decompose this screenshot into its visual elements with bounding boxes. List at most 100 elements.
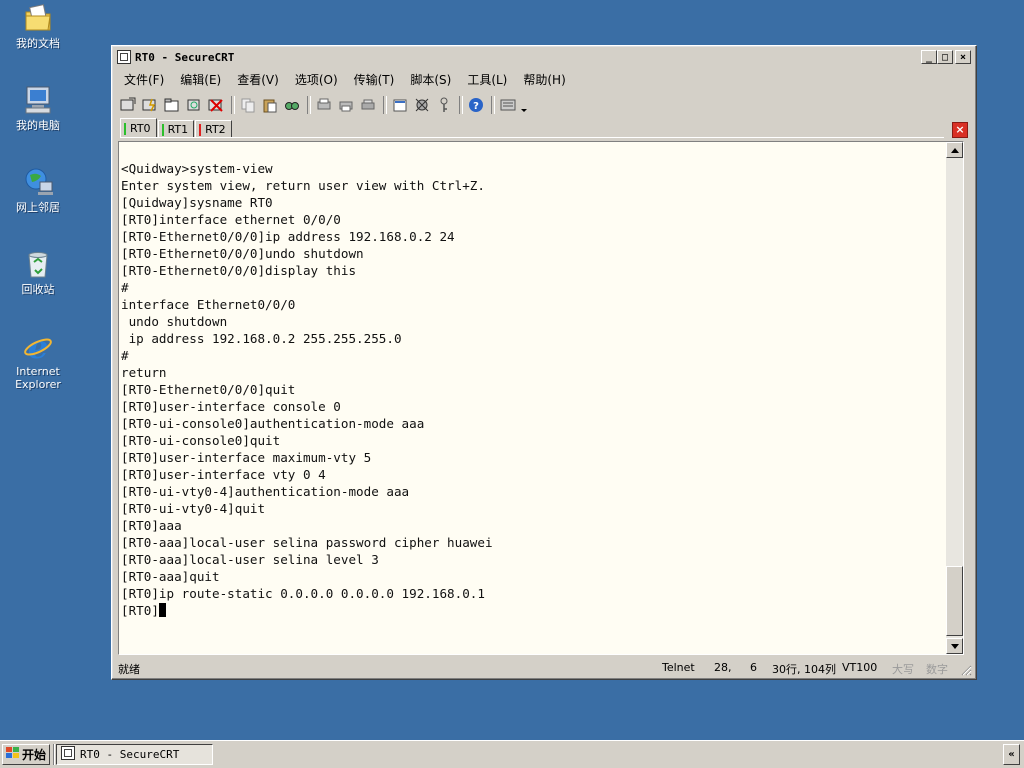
- connect-in-tab-icon[interactable]: [162, 95, 182, 115]
- menu-script[interactable]: 脚本(S): [402, 70, 459, 90]
- terminal-line: <Quidway>system-view: [121, 161, 273, 176]
- terminal-line: [RT0]user-interface vty 0 4: [121, 467, 326, 482]
- menu-help[interactable]: 帮助(H): [515, 70, 573, 90]
- terminal-output: <Quidway>system-view Enter system view, r…: [121, 160, 943, 619]
- my-computer-icon: [22, 84, 54, 116]
- session-tabs: RT0 RT1 RT2: [120, 118, 233, 138]
- desktop-icon-recycle-bin[interactable]: 回收站: [6, 248, 70, 296]
- help-icon[interactable]: ?: [466, 95, 486, 115]
- global-options-icon[interactable]: [412, 95, 432, 115]
- status-col: 6: [750, 661, 757, 674]
- print-icon[interactable]: [314, 95, 334, 115]
- terminal-line: ip address 192.168.0.2 255.255.255.0: [121, 331, 402, 346]
- tab-rt1[interactable]: RT1: [157, 120, 195, 138]
- terminal-line: [RT0-ui-console0]quit: [121, 433, 281, 448]
- desktop-icon-my-documents[interactable]: 我的文档: [6, 2, 70, 50]
- securecrt-taskbar-icon: [61, 746, 75, 763]
- terminal-line: undo shutdown: [121, 314, 228, 329]
- terminal-view[interactable]: <Quidway>system-view Enter system view, r…: [118, 141, 964, 655]
- menu-file[interactable]: 文件(F): [116, 70, 172, 90]
- desktop-icon-label: 我的文档: [16, 37, 60, 50]
- toolbar-overflow-icon[interactable]: [520, 95, 528, 115]
- keymap-icon[interactable]: [498, 95, 518, 115]
- disconnect-icon[interactable]: [206, 95, 226, 115]
- menu-options[interactable]: 选项(O): [287, 70, 346, 90]
- terminal-prompt: [RT0]: [121, 603, 159, 618]
- windows-logo-icon: [6, 747, 20, 762]
- status-caps: 大写: [892, 663, 914, 676]
- terminal-line: Enter system view, return user view with…: [121, 178, 485, 193]
- terminal-line: [Quidway]sysname RT0: [121, 195, 273, 210]
- taskbar-separator: [53, 744, 55, 765]
- status-num: 数字: [926, 663, 948, 676]
- menu-transfer[interactable]: 传输(T): [346, 70, 403, 90]
- quick-connect-icon[interactable]: [140, 95, 160, 115]
- close-button[interactable]: ×: [955, 50, 971, 64]
- tray-expand-button[interactable]: «: [1003, 744, 1020, 765]
- vertical-scrollbar[interactable]: [946, 142, 963, 654]
- desktop-icon-label: Internet Explorer: [15, 365, 61, 391]
- toolbar-separator: [383, 96, 387, 114]
- resize-grip-icon[interactable]: [960, 664, 972, 676]
- copy-icon[interactable]: [238, 95, 258, 115]
- scroll-up-icon[interactable]: [946, 142, 963, 158]
- status-protocol: Telnet: [662, 661, 695, 674]
- status-row: 28,: [714, 661, 732, 674]
- window-title: RT0 - SecureCRT: [135, 51, 235, 64]
- my-documents-icon: [22, 2, 54, 34]
- securecrt-app-icon: [117, 50, 131, 64]
- terminal-line: [RT0]interface ethernet 0/0/0: [121, 212, 341, 227]
- key-icon[interactable]: [434, 95, 454, 115]
- tab-label: RT0: [130, 122, 151, 135]
- terminal-line: [RT0]user-interface console 0: [121, 399, 341, 414]
- terminal-line: [RT0]user-interface maximum-vty 5: [121, 450, 372, 465]
- tab-label: RT2: [205, 123, 226, 136]
- printer-icon[interactable]: [358, 95, 378, 115]
- terminal-line: [RT0-ui-console0]authentication-mode aaa: [121, 416, 425, 431]
- terminal-line: [RT0-aaa]local-user selina level 3: [121, 552, 379, 567]
- status-bar: 就绪 Telnet 28, 6 30行, 104列 VT100 大写 数字: [116, 658, 972, 676]
- minimize-button[interactable]: _: [921, 50, 937, 64]
- title-bar[interactable]: RT0 - SecureCRT _ □ ×: [115, 49, 973, 67]
- status-ready: 就绪: [118, 663, 140, 676]
- desktop-icon-network[interactable]: 网上邻居: [6, 166, 70, 214]
- print-selection-icon[interactable]: [336, 95, 356, 115]
- menu-bar: 文件(F) 编辑(E) 查看(V) 选项(O) 传输(T) 脚本(S) 工具(L…: [116, 70, 972, 90]
- svg-text:?: ?: [473, 101, 479, 112]
- network-icon: [22, 166, 54, 198]
- session-options-icon[interactable]: [390, 95, 410, 115]
- desktop-icon-my-computer[interactable]: 我的电脑: [6, 84, 70, 132]
- desktop-icon-internet-explorer[interactable]: e Internet Explorer: [6, 328, 70, 391]
- toolbar: ?: [118, 93, 972, 117]
- status-emulation: VT100: [842, 661, 878, 674]
- close-tab-icon[interactable]: ×: [952, 122, 968, 138]
- internet-explorer-icon: e: [22, 328, 54, 366]
- terminal-line: [RT0-ui-vty0-4]authentication-mode aaa: [121, 484, 410, 499]
- taskbar-item-securecrt[interactable]: RT0 - SecureCRT: [56, 744, 213, 765]
- maximize-button[interactable]: □: [937, 50, 953, 64]
- tab-rt0[interactable]: RT0: [120, 118, 157, 138]
- terminal-line: #: [121, 348, 129, 363]
- find-icon[interactable]: [282, 95, 302, 115]
- start-button[interactable]: 开始: [2, 744, 50, 765]
- terminal-prompt-line: [RT0]: [121, 602, 943, 619]
- terminal-line: [RT0-Ethernet0/0/0]quit: [121, 382, 296, 397]
- reconnect-icon[interactable]: [184, 95, 204, 115]
- menu-edit[interactable]: 编辑(E): [172, 70, 229, 90]
- terminal-line: [RT0-Ethernet0/0/0]ip address 192.168.0.…: [121, 229, 455, 244]
- desktop-icon-label: 我的电脑: [16, 119, 60, 132]
- tab-rt2[interactable]: RT2: [195, 120, 232, 138]
- scrollbar-thumb[interactable]: [946, 566, 963, 636]
- terminal-line: [RT0-aaa]local-user selina password ciph…: [121, 535, 493, 550]
- tab-status-indicator: [124, 122, 126, 135]
- terminal-line: interface Ethernet0/0/0: [121, 297, 296, 312]
- connect-icon[interactable]: [118, 95, 138, 115]
- terminal-line: [RT0-aaa]quit: [121, 569, 220, 584]
- desktop-icon-label: 回收站: [21, 283, 55, 296]
- toolbar-separator: [231, 96, 235, 114]
- scroll-down-icon[interactable]: [946, 638, 963, 654]
- menu-view[interactable]: 查看(V): [229, 70, 287, 90]
- paste-icon[interactable]: [260, 95, 280, 115]
- toolbar-separator: [307, 96, 311, 114]
- menu-tools[interactable]: 工具(L): [459, 70, 515, 90]
